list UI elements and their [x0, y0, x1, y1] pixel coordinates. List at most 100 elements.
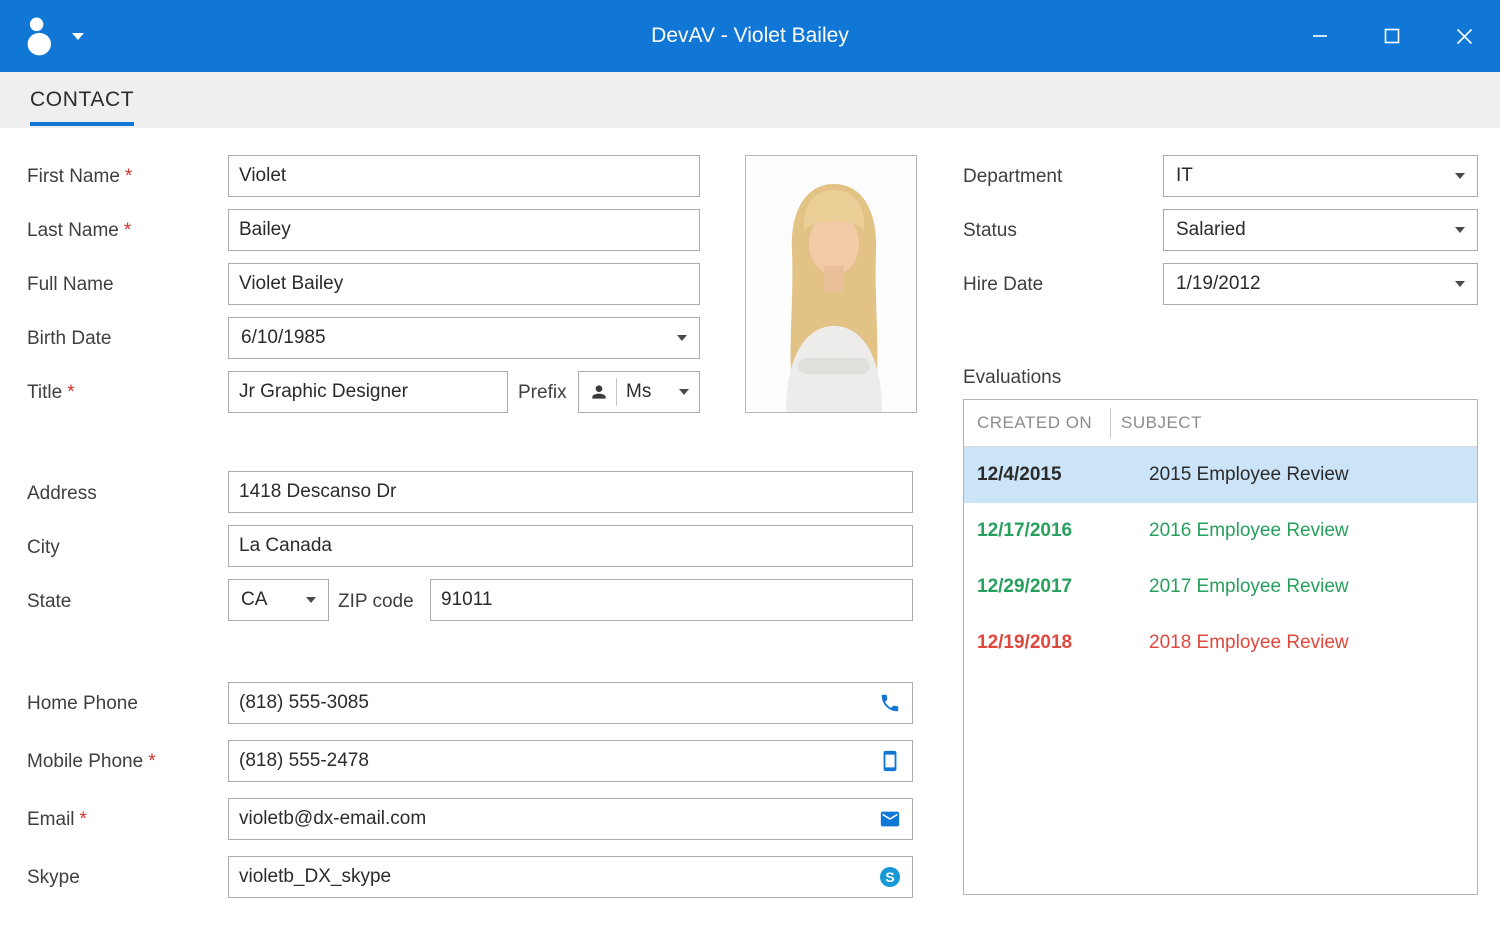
chevron-down-icon: [677, 335, 687, 341]
department-label: Department: [963, 165, 1062, 189]
label-text: State: [27, 591, 71, 612]
status-combo[interactable]: Salaried: [1163, 209, 1478, 251]
evaluation-row[interactable]: 12/17/2016 2016 Employee Review: [964, 503, 1477, 559]
label-text: Full Name: [27, 274, 114, 295]
close-icon: [1456, 28, 1473, 45]
app-window: DevAV - Violet Bailey CONTACT: [0, 0, 1500, 952]
chevron-down-icon: [306, 597, 316, 603]
maximize-button[interactable]: [1356, 0, 1428, 72]
required-marker: *: [80, 809, 87, 830]
divider: [616, 378, 617, 406]
envelope-icon: [879, 808, 901, 830]
required-marker: *: [67, 382, 74, 403]
minimize-button[interactable]: [1284, 0, 1356, 72]
label-text: Prefix: [518, 382, 567, 403]
chevron-down-icon: [1455, 281, 1465, 287]
portrait-image: [746, 156, 916, 412]
chevron-down-icon: [1455, 227, 1465, 233]
titlebar: DevAV - Violet Bailey: [0, 0, 1500, 72]
email-input[interactable]: [228, 798, 913, 840]
label-text: Hire Date: [963, 274, 1043, 295]
email-label: Email*: [27, 808, 87, 832]
chevron-down-icon: [1455, 173, 1465, 179]
created-on-cell: 12/17/2016: [964, 520, 1149, 542]
evaluation-row[interactable]: 12/4/2015 2015 Employee Review: [964, 447, 1477, 503]
window-controls: [1284, 0, 1500, 72]
status-value: Salaried: [1176, 219, 1447, 241]
evaluation-row[interactable]: 12/19/2018 2018 Employee Review: [964, 615, 1477, 671]
first-name-input[interactable]: [228, 155, 700, 197]
last-name-input[interactable]: [228, 209, 700, 251]
label-text: First Name: [27, 166, 120, 187]
skype-icon: S: [879, 866, 901, 888]
first-name-label: First Name*: [27, 165, 132, 189]
hire-date-label: Hire Date: [963, 273, 1043, 297]
skype-label: Skype: [27, 866, 80, 890]
maximize-icon: [1384, 28, 1400, 44]
devav-logo-icon: [24, 14, 60, 58]
title-input[interactable]: [228, 371, 508, 413]
email-field: [228, 798, 913, 840]
last-name-label: Last Name*: [27, 219, 131, 243]
column-header-created-on[interactable]: CREATED ON: [964, 413, 1110, 433]
skype-input[interactable]: [228, 856, 913, 898]
label-text: Department: [963, 166, 1062, 187]
mobile-phone-input[interactable]: [228, 740, 913, 782]
zip-label: ZIP code: [338, 590, 414, 614]
subject-cell: 2016 Employee Review: [1149, 520, 1349, 542]
full-name-input[interactable]: [228, 263, 700, 305]
label-text: Email: [27, 809, 75, 830]
home-phone-input[interactable]: [228, 682, 913, 724]
label-text: Last Name: [27, 220, 119, 241]
mobile-phone-field: [228, 740, 913, 782]
required-marker: *: [148, 751, 155, 772]
subject-cell: 2015 Employee Review: [1149, 464, 1349, 486]
mobile-phone-label: Mobile Phone*: [27, 750, 156, 774]
app-menu-button[interactable]: [14, 0, 94, 72]
department-combo[interactable]: IT: [1163, 155, 1478, 197]
label-text: Mobile Phone: [27, 751, 143, 772]
status-label: Status: [963, 219, 1017, 243]
title-label: Title*: [27, 381, 75, 405]
home-phone-label: Home Phone: [27, 692, 138, 716]
active-tab-indicator: [30, 122, 134, 126]
contact-photo: [745, 155, 917, 413]
birth-date-label: Birth Date: [27, 327, 111, 351]
close-button[interactable]: [1428, 0, 1500, 72]
smartphone-icon: [879, 750, 901, 772]
subject-cell: 2018 Employee Review: [1149, 632, 1349, 654]
city-input[interactable]: [228, 525, 913, 567]
hire-date-value: 1/19/2012: [1176, 273, 1447, 295]
tab-contact-label: CONTACT: [30, 88, 134, 112]
phone-icon: [879, 692, 901, 714]
label-text: ZIP code: [338, 591, 414, 612]
prefix-label: Prefix: [518, 381, 567, 405]
label-text: Status: [963, 220, 1017, 241]
skype-field: S: [228, 856, 913, 898]
required-marker: *: [125, 166, 132, 187]
birth-date-combo[interactable]: 6/10/1985: [228, 317, 700, 359]
address-input[interactable]: [228, 471, 913, 513]
state-value: CA: [241, 589, 298, 611]
evaluation-row[interactable]: 12/29/2017 2017 Employee Review: [964, 559, 1477, 615]
department-value: IT: [1176, 165, 1447, 187]
column-header-subject[interactable]: SUBJECT: [1111, 413, 1202, 433]
full-name-label: Full Name: [27, 273, 114, 297]
required-marker: *: [124, 220, 131, 241]
chevron-down-icon: [679, 389, 689, 395]
label-text: Birth Date: [27, 328, 111, 349]
state-label: State: [27, 590, 71, 614]
zip-input[interactable]: [430, 579, 913, 621]
minimize-icon: [1312, 28, 1328, 44]
state-combo[interactable]: CA: [228, 579, 329, 621]
window-title: DevAV - Violet Bailey: [0, 0, 1500, 72]
tab-contact[interactable]: CONTACT: [30, 72, 134, 128]
city-label: City: [27, 536, 60, 560]
subject-cell: 2017 Employee Review: [1149, 576, 1349, 598]
prefix-combo[interactable]: Ms: [578, 371, 700, 413]
grid-header-row: CREATED ON SUBJECT: [964, 400, 1477, 447]
svg-text:S: S: [885, 869, 894, 885]
label-text: Skype: [27, 867, 80, 888]
created-on-cell: 12/19/2018: [964, 632, 1149, 654]
hire-date-combo[interactable]: 1/19/2012: [1163, 263, 1478, 305]
